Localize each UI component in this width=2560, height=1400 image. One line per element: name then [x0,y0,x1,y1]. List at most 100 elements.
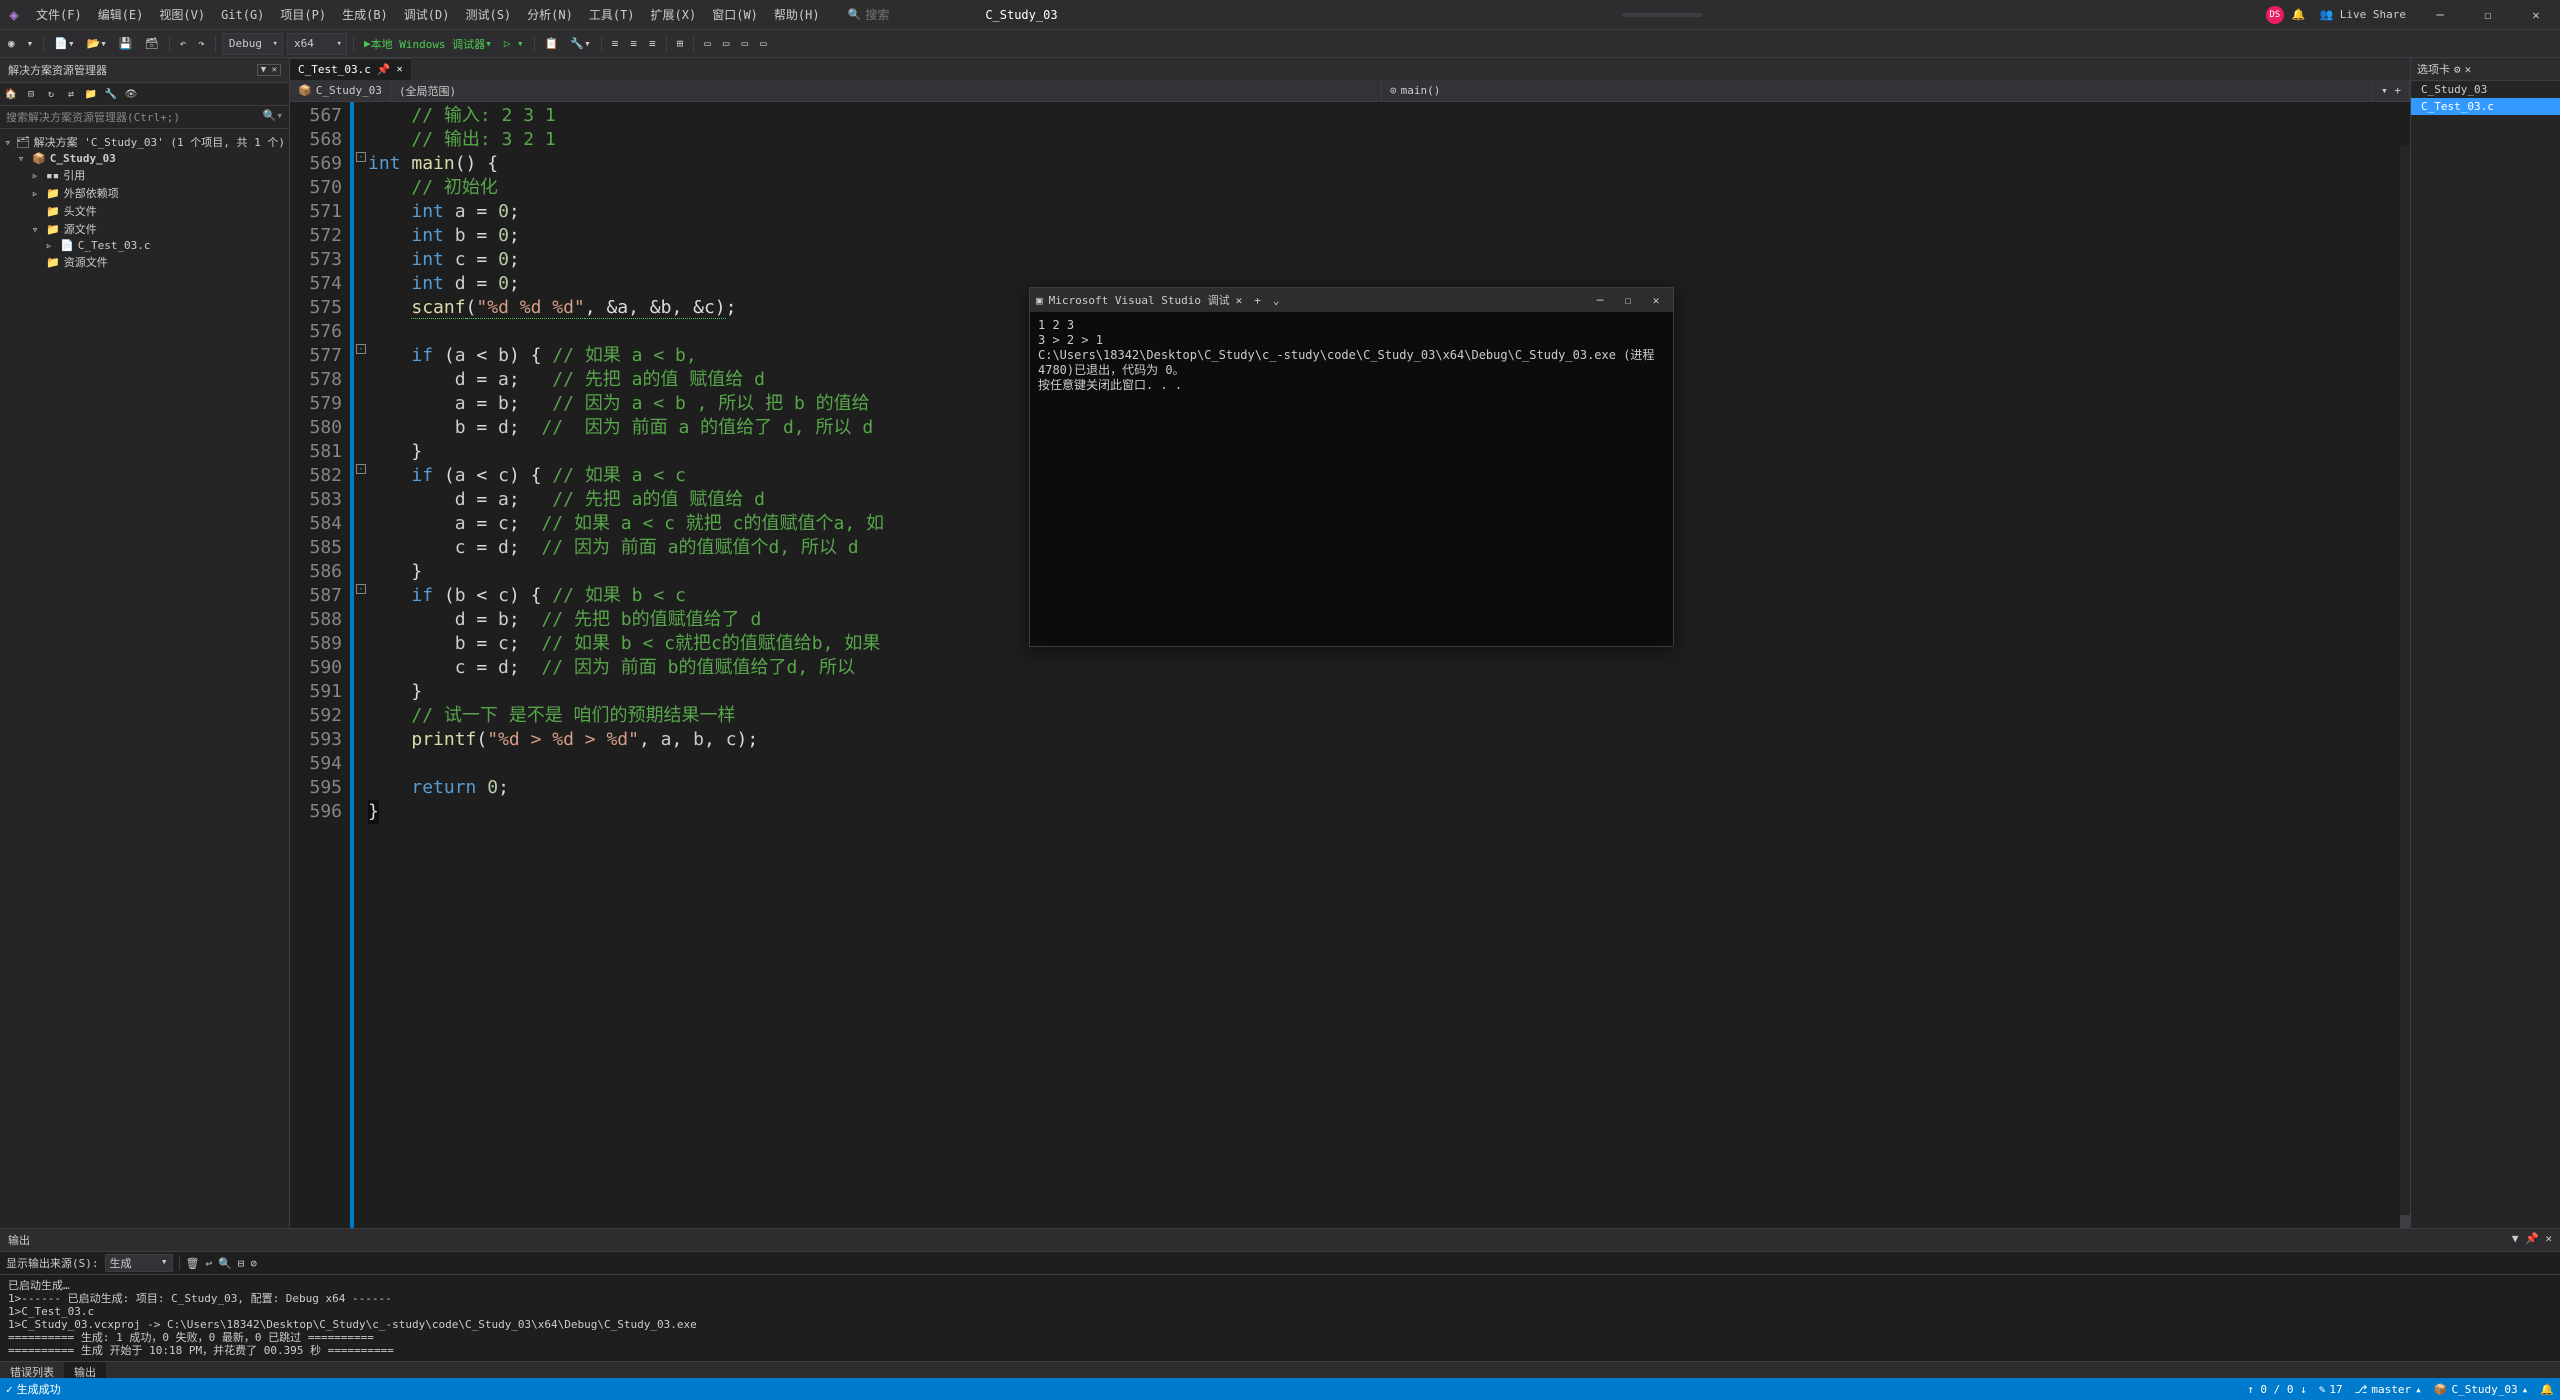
tab-pin-icon[interactable]: 📌 [377,63,391,76]
tab-close-icon[interactable]: ✕ [397,64,403,75]
open-button[interactable]: 📂▾ [83,33,111,55]
console-dropdown-icon[interactable]: ⌄ [1273,294,1280,307]
start-debug-button[interactable]: ▶ 本地 Windows 调试器 ▾ [360,33,496,55]
drag-handle[interactable] [1622,13,1702,17]
live-share-button[interactable]: 👥 Live Share [2313,8,2412,21]
search-input[interactable] [865,8,965,22]
menu-git[interactable]: Git(G) [213,0,272,30]
toolbar-btn-8[interactable]: ▭ [719,33,734,55]
menu-debug[interactable]: 调试(D) [396,0,458,30]
minimap[interactable] [2400,146,2410,1334]
se-preview-icon[interactable]: 👁 [122,85,140,103]
fold-icon[interactable]: - [356,152,366,162]
build-status[interactable]: ✓生成成功 [6,1381,61,1397]
menu-edit[interactable]: 编辑(E) [90,0,152,30]
console-maximize-button[interactable]: ☐ [1617,294,1639,307]
toolbar-btn-4[interactable]: ≡ [626,33,641,55]
tree-external-node[interactable]: ▹📁外部依赖项 [0,184,289,202]
console-close-button[interactable]: ✕ [1645,294,1667,307]
save-button[interactable]: 💾 [115,33,137,55]
menu-window[interactable]: 窗口(W) [704,0,766,30]
start-nodebug-button[interactable]: ▷ ▾ [500,33,528,55]
file-tab[interactable]: C_Test_03.c 📌 ✕ [290,58,411,80]
fold-icon[interactable]: - [356,584,366,594]
menu-help[interactable]: 帮助(H) [766,0,828,30]
nav-global[interactable]: (全局范围) [391,80,1382,101]
output-body[interactable]: 已启动生成… 1>------ 已启动生成: 项目: C_Study_03, 配… [0,1275,2560,1361]
bell-icon[interactable]: 🔔 [2292,8,2306,21]
output-find-icon[interactable]: 🔍 [218,1257,232,1270]
panel-pin-icon[interactable]: ▼ ✕ [257,64,281,76]
toolbar-btn-5[interactable]: ≡ [645,33,660,55]
fold-icon[interactable]: - [356,344,366,354]
menu-project[interactable]: 项目(P) [272,0,334,30]
maximize-button[interactable]: ☐ [2468,0,2508,30]
output-clear-icon[interactable]: 🗑 [186,1257,200,1270]
tree-source-file[interactable]: ▹📄C_Test_03.c [0,238,289,253]
solution-search[interactable]: 搜索解决方案资源管理器(Ctrl+;)🔍▾ [0,106,289,129]
undo-button[interactable]: ↶ [176,33,191,55]
tab-well-item[interactable]: C_Test_03.c [2411,98,2560,115]
se-collapse-icon[interactable]: ⊟ [22,85,40,103]
se-sync-icon[interactable]: ⇄ [62,85,80,103]
close-button[interactable]: ✕ [2516,0,2556,30]
toolbar-btn-6[interactable]: ⊞ [673,33,688,55]
toolbar-btn-10[interactable]: ▭ [756,33,771,55]
console-title-bar[interactable]: ▣ Microsoft Visual Studio 调试 ✕ + ⌄ ─ ☐ ✕ [1030,288,1673,312]
se-home-icon[interactable]: 🏠 [2,85,20,103]
se-refresh-icon[interactable]: ↻ [42,85,60,103]
save-all-button[interactable]: 🗃 [141,33,163,55]
search-box[interactable]: 🔍 [848,8,966,22]
output-pin-icon[interactable]: ▼ 📌 ✕ [2512,1232,2552,1245]
platform-dropdown[interactable]: x64 [287,33,347,55]
forward-button[interactable]: ▾ [23,33,38,55]
toolbar-btn-2[interactable]: 🔧▾ [566,33,594,55]
console-output[interactable]: 1 2 3 3 > 2 > 1 C:\Users\18342\Desktop\C… [1030,312,1673,646]
user-avatar[interactable]: DS [2266,6,2284,24]
menu-view[interactable]: 视图(V) [151,0,213,30]
console-minimize-button[interactable]: ─ [1589,294,1611,307]
menu-analyze[interactable]: 分析(N) [519,0,581,30]
git-changes[interactable]: ↑ 0 / 0 ↓ [2247,1383,2307,1396]
menu-tools[interactable]: 工具(T) [581,0,643,30]
output-wrap-icon[interactable]: ↩ [205,1257,212,1270]
tree-sources-node[interactable]: ▿📁源文件 [0,220,289,238]
status-notifications-icon[interactable]: 🔔 [2540,1383,2554,1396]
redo-button[interactable]: ↷ [194,33,209,55]
tab-well-item[interactable]: C_Study_03 [2411,81,2560,98]
tree-solution-node[interactable]: ▿🗂解决方案 'C_Study_03' (1 个项目, 共 1 个) [0,133,289,151]
se-show-all-icon[interactable]: 📁 [82,85,100,103]
tree-headers-node[interactable]: 📁头文件 [0,202,289,220]
menu-extensions[interactable]: 扩展(X) [643,0,705,30]
toolbar-btn-1[interactable]: 📋 [541,33,563,55]
menu-test[interactable]: 测试(S) [457,0,519,30]
new-button[interactable]: 📄▾ [50,33,78,55]
config-dropdown[interactable]: Debug [222,33,283,55]
minimize-button[interactable]: ─ [2420,0,2460,30]
console-add-tab-icon[interactable]: + [1248,294,1267,307]
output-stop-icon[interactable]: ⊘ [250,1257,257,1270]
toolbar-btn-3[interactable]: ≡ [608,33,623,55]
toolbar-btn-9[interactable]: ▭ [737,33,752,55]
gear-icon[interactable]: ⚙ [2454,63,2461,76]
status-project[interactable]: 📦 C_Study_03 ▴ [2434,1383,2529,1396]
tree-project-node[interactable]: ▿📦C_Study_03 [0,151,289,166]
console-close-tab-icon[interactable]: ✕ [1236,294,1243,307]
git-branch[interactable]: ⎇ master ▴ [2355,1383,2422,1396]
nav-func[interactable]: ⊙main() [1382,80,2373,101]
toolbar-btn-7[interactable]: ▭ [700,33,715,55]
tree-resources-node[interactable]: 📁资源文件 [0,253,289,271]
tree-refs-node[interactable]: ▹▪▪引用 [0,166,289,184]
menu-file[interactable]: 文件(F) [28,0,90,30]
fold-bar[interactable]: - - - - [354,102,368,1356]
issue-count[interactable]: ✎ 17 [2319,1383,2343,1396]
search-dropdown-icon[interactable]: 🔍▾ [263,109,283,125]
back-button[interactable]: ◉ [4,33,19,55]
se-props-icon[interactable]: 🔧 [102,85,120,103]
menu-build[interactable]: 生成(B) [334,0,396,30]
well-close-icon[interactable]: ✕ [2465,63,2472,76]
output-source-dropdown[interactable]: 生成 [105,1254,173,1272]
fold-icon[interactable]: - [356,464,366,474]
nav-add-icon[interactable]: ▾ + [2373,80,2410,101]
output-toggle-icon[interactable]: ⊟ [238,1257,245,1270]
